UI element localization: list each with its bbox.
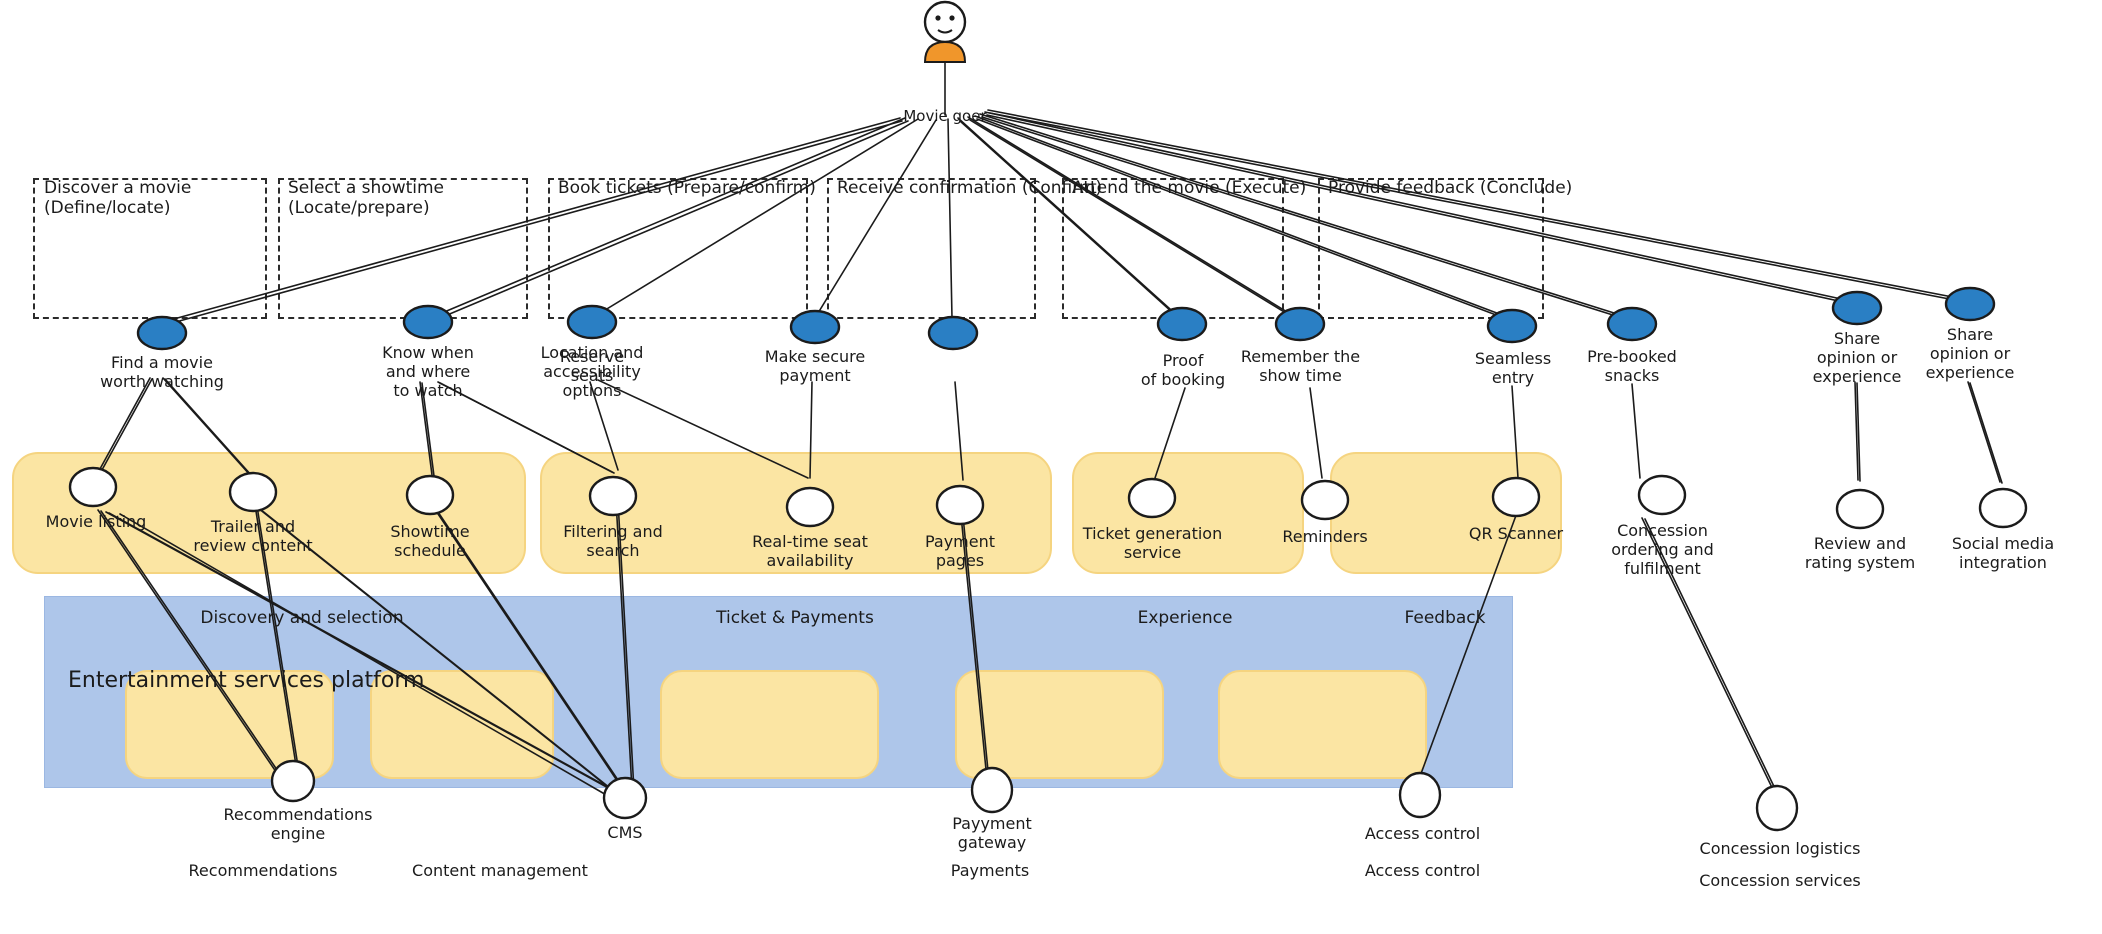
platform-node <box>970 766 1014 814</box>
platform-node <box>1755 784 1799 832</box>
goal-node <box>789 309 841 345</box>
diagram-canvas: Movie goer Discover a movie (Define/loca… <box>0 0 2102 934</box>
goal-node <box>136 315 188 351</box>
goal-node <box>927 315 979 351</box>
capability-node <box>68 466 118 508</box>
capability-node <box>1637 474 1687 516</box>
capability-node <box>588 475 638 517</box>
capability-node <box>935 484 985 526</box>
capability-node <box>785 486 835 528</box>
capability-node <box>405 474 455 516</box>
platform-node <box>1398 771 1442 819</box>
goal-node <box>402 304 454 340</box>
capability-node <box>1978 487 2028 529</box>
goal-node <box>1606 306 1658 342</box>
goal-node <box>1831 290 1883 326</box>
capability-node <box>1835 488 1885 530</box>
goal-node <box>1274 306 1326 342</box>
capability-node <box>1127 477 1177 519</box>
platform-node <box>270 759 316 803</box>
platform-node <box>602 776 648 820</box>
capability-node <box>228 471 278 513</box>
capability-node <box>1300 479 1350 521</box>
goal-node <box>566 304 618 340</box>
goal-node <box>1156 306 1208 342</box>
stick-figure-actor-icon <box>923 0 967 63</box>
goal-node <box>1486 308 1538 344</box>
capability-node <box>1491 476 1541 518</box>
goal-node <box>1944 286 1996 322</box>
node-shapes <box>68 0 2028 832</box>
